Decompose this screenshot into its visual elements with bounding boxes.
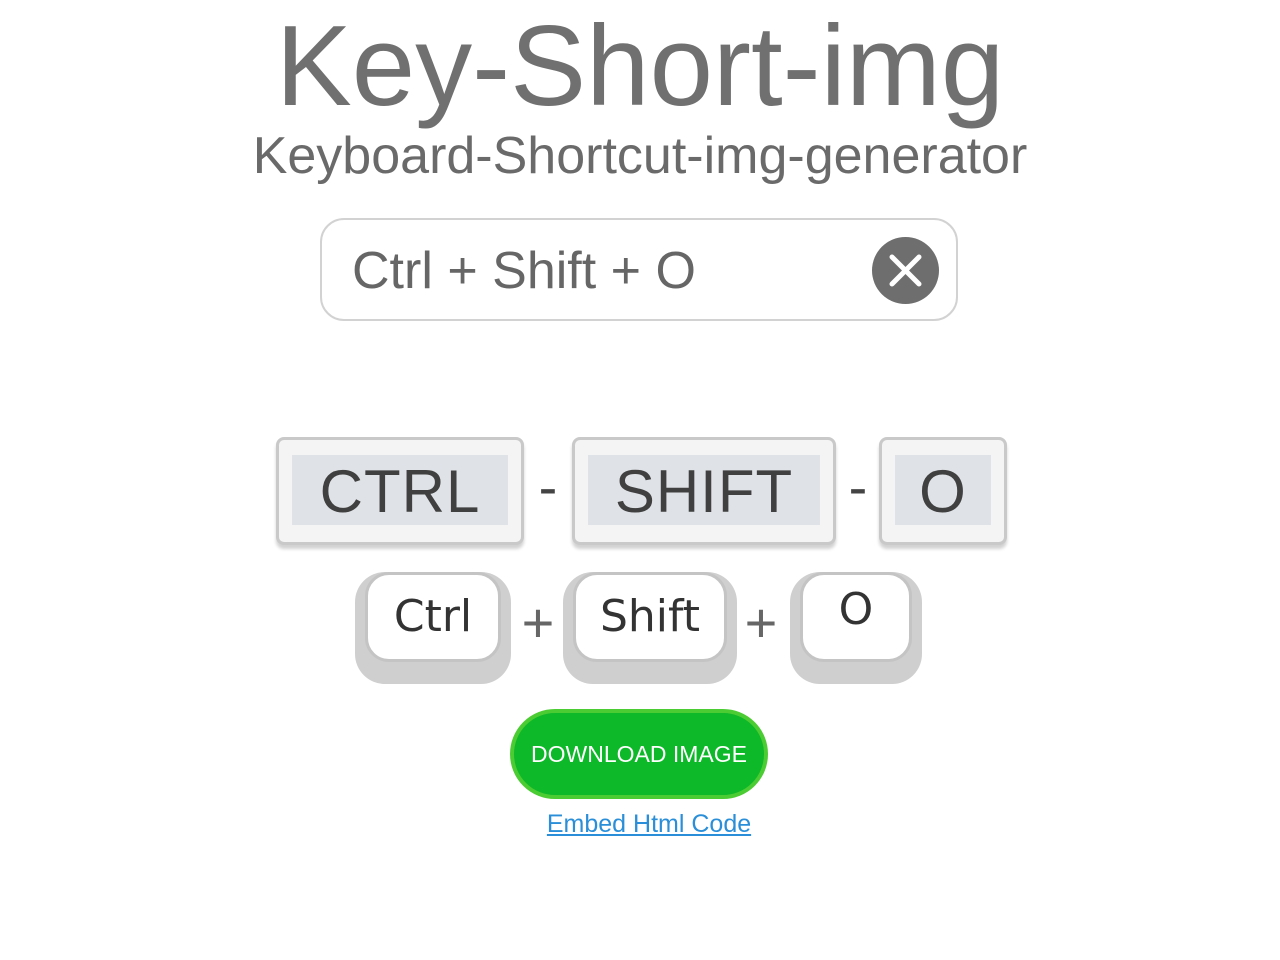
key-separator: + [521,591,555,654]
key-label: SHIFT [588,455,820,525]
key-separator: - [848,455,868,518]
app-subtitle: Keyboard-Shortcut-img-generator [252,127,1028,185]
clear-button[interactable] [872,237,939,304]
key-separator: + [744,591,778,654]
key-label: O [800,572,912,662]
app-title: Key-Short-img [275,3,1005,130]
key-ctrl: Ctrl [355,572,511,684]
shortcut-preview-style2[interactable]: Ctrl + Shift + O [0,570,1280,690]
key-o: O [790,572,922,684]
embed-html-code-link[interactable]: Embed Html Code [0,808,1280,840]
key-separator: - [538,455,558,518]
key-label: O [895,455,991,525]
close-icon [889,254,922,287]
key-o: O [879,437,1007,545]
key-label: CTRL [292,455,508,525]
key-shift: Shift [563,572,737,684]
shortcut-input-box [320,218,958,321]
key-ctrl: CTRL [276,437,524,545]
key-label: Shift [573,572,727,662]
shortcut-preview-style1[interactable]: CTRL - SHIFT - O [0,437,1280,552]
key-label: Ctrl [365,572,501,662]
page: Key-Short-img Keyboard-Shortcut-img-gene… [0,0,1280,960]
download-image-button[interactable]: DOWNLOAD IMAGE [510,709,768,799]
shortcut-input[interactable] [352,240,852,302]
key-shift: SHIFT [572,437,836,545]
